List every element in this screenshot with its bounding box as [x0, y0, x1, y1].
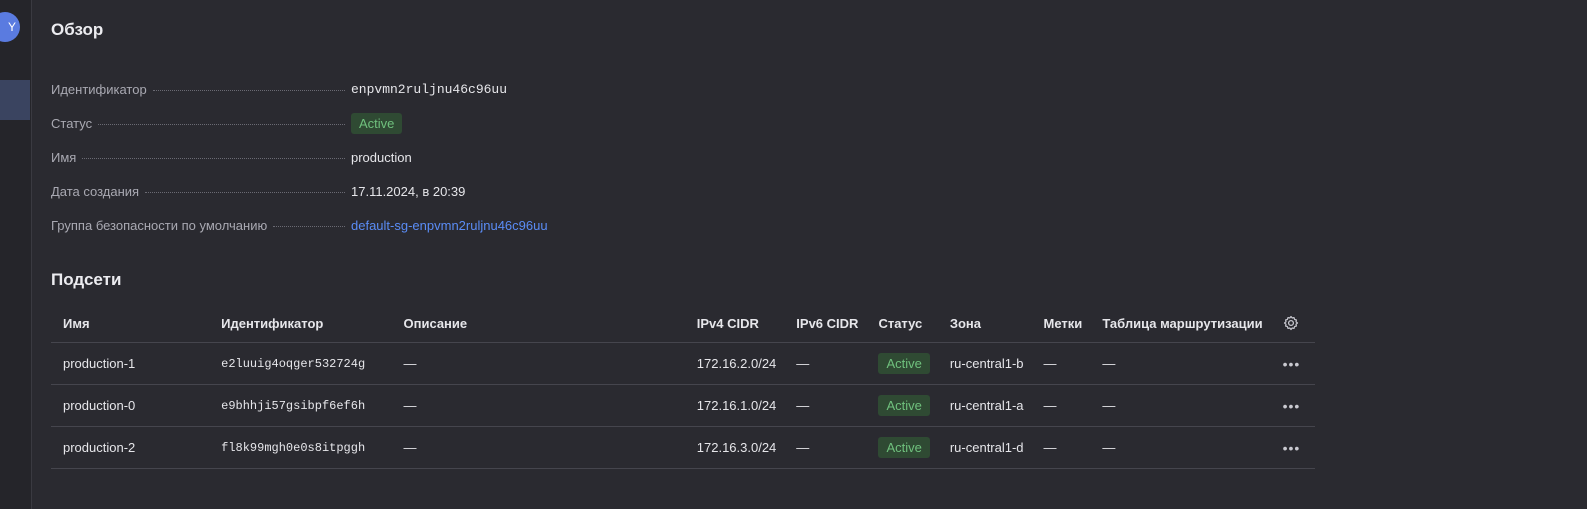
status-badge: Active [351, 112, 403, 134]
subnet-ipv4: 172.16.1.0/24 [684, 384, 785, 427]
subnet-ipv6: — [784, 426, 867, 469]
subnet-id: fl8k99mgh0e0s8itpggh [209, 426, 392, 469]
subnet-ipv4: 172.16.2.0/24 [684, 342, 785, 385]
subnet-labels: — [1031, 426, 1091, 469]
overview-properties: Идентификатор enpvmn2ruljnu46c96uu Стату… [51, 72, 571, 242]
subnet-name[interactable]: production-0 [51, 384, 210, 427]
sidebar: Y [0, 0, 32, 509]
subnet-status: Active [866, 426, 938, 469]
network-name: production [351, 149, 412, 165]
subnet-name[interactable]: production-2 [51, 426, 210, 469]
subnet-zone: ru-central1-b [937, 342, 1032, 385]
subnet-description: — [391, 342, 685, 385]
property-label: Группа безопасности по умолчанию [51, 217, 268, 233]
subnets-title: Подсети [51, 270, 122, 289]
property-label: Идентификатор [51, 81, 147, 97]
subnet-description: — [391, 384, 685, 427]
property-created: Дата создания 17.11.2024, в 20:39 [51, 174, 571, 208]
subnets-table: Имя Идентификатор Описание IPv4 CIDR IPv… [51, 304, 1315, 469]
security-group-link[interactable]: default-sg-enpvmn2ruljnu46c96uu [351, 218, 548, 233]
property-label: Имя [51, 149, 77, 165]
subnet-route-table: — [1090, 342, 1271, 385]
subnet-id: e9bhhji57gsibpf6ef6h [209, 384, 392, 427]
property-status: Статус Active [51, 106, 571, 140]
status-badge: Active [878, 353, 930, 374]
status-badge: Active [878, 437, 930, 458]
column-header-name[interactable]: Имя [51, 304, 210, 343]
overview-title: Обзор [51, 20, 104, 39]
subnet-zone: ru-central1-a [937, 384, 1032, 427]
column-header-ipv6[interactable]: IPv6 CIDR [784, 304, 867, 343]
table-header-row: Имя Идентификатор Описание IPv4 CIDR IPv… [51, 304, 1315, 343]
subnet-status: Active [866, 384, 938, 427]
column-header-route-table[interactable]: Таблица маршрутизации [1090, 304, 1271, 343]
avatar[interactable]: Y [0, 12, 20, 42]
created-date: 17.11.2024, в 20:39 [351, 183, 466, 199]
property-id: Идентификатор enpvmn2ruljnu46c96uu [51, 72, 571, 106]
subnet-labels: — [1031, 342, 1091, 385]
column-header-zone[interactable]: Зона [937, 304, 1032, 343]
subnet-name[interactable]: production-1 [51, 342, 210, 385]
sidebar-item-active[interactable] [0, 80, 30, 120]
more-actions-icon[interactable]: ••• [1283, 440, 1301, 456]
column-header-ipv4[interactable]: IPv4 CIDR [684, 304, 785, 343]
subnet-status: Active [866, 342, 938, 385]
subnet-route-table: — [1090, 426, 1271, 469]
subnet-ipv6: — [784, 384, 867, 427]
network-id: enpvmn2ruljnu46c96uu [351, 81, 508, 97]
status-badge: Active [878, 395, 930, 416]
column-header-status[interactable]: Статус [866, 304, 938, 343]
property-label: Статус [51, 115, 93, 131]
subnet-labels: — [1031, 384, 1091, 427]
more-actions-icon[interactable]: ••• [1283, 356, 1301, 372]
subnet-route-table: — [1090, 384, 1271, 427]
column-header-labels[interactable]: Метки [1031, 304, 1091, 343]
more-actions-icon[interactable]: ••• [1283, 398, 1301, 414]
gear-icon[interactable] [1283, 315, 1299, 331]
subnet-ipv4: 172.16.3.0/24 [684, 426, 785, 469]
property-security-group: Группа безопасности по умолчанию default… [51, 208, 571, 242]
table-row[interactable]: production-1 e2luuig4oqger532724g — 172.… [51, 342, 1315, 385]
property-label: Дата создания [51, 183, 140, 199]
table-row[interactable]: production-2 fl8k99mgh0e0s8itpggh — 172.… [51, 426, 1315, 469]
subnet-zone: ru-central1-d [937, 426, 1032, 469]
table-row[interactable]: production-0 e9bhhji57gsibpf6ef6h — 172.… [51, 384, 1315, 427]
main-content: Обзор Идентификатор enpvmn2ruljnu46c96uu… [51, 0, 1587, 509]
subnet-id: e2luuig4oqger532724g [209, 342, 392, 385]
property-name: Имя production [51, 140, 571, 174]
column-header-description[interactable]: Описание [391, 304, 685, 343]
column-header-id[interactable]: Идентификатор [209, 304, 392, 343]
table-settings[interactable] [1270, 304, 1315, 343]
subnet-ipv6: — [784, 342, 867, 385]
subnet-description: — [391, 426, 685, 469]
